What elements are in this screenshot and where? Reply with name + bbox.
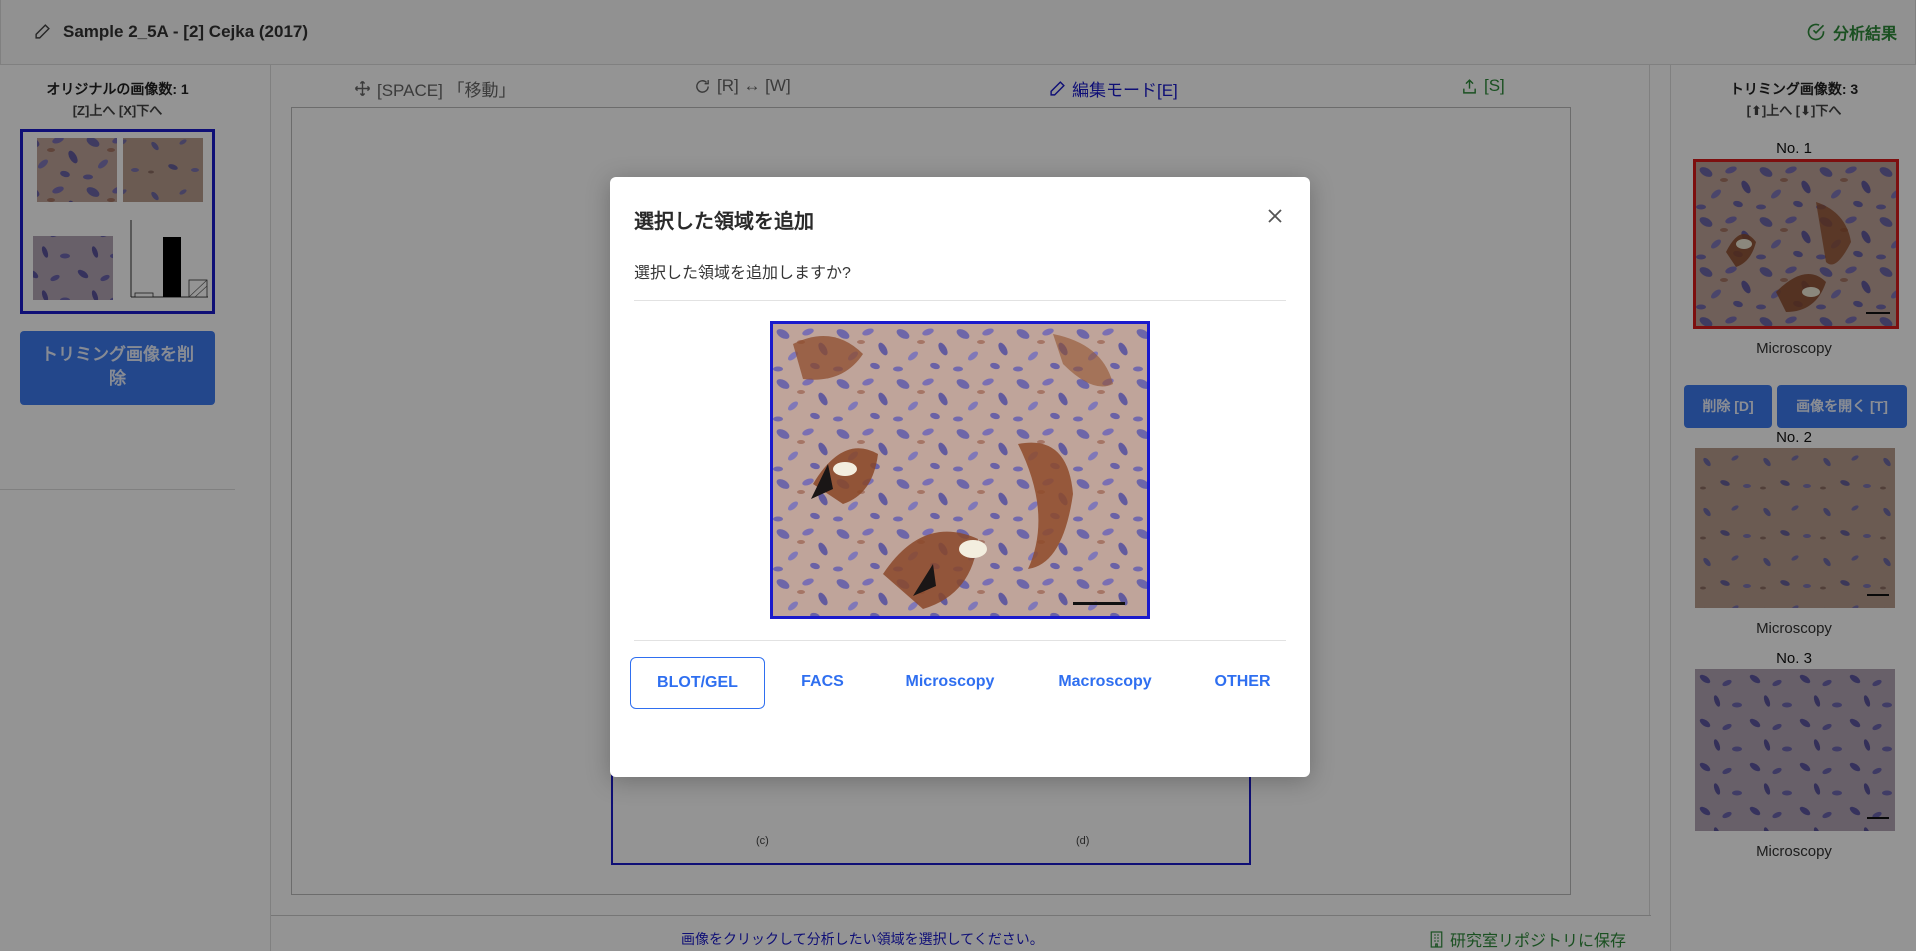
category-other-button[interactable]: OTHER	[1185, 657, 1300, 709]
add-region-dialog: 選択した領域を追加 選択した領域を追加しますか? BLOT/GEL FACS M…	[610, 177, 1310, 777]
category-microscopy-button[interactable]: Microscopy	[885, 657, 1015, 709]
divider	[634, 640, 1286, 641]
dialog-question: 選択した領域を追加しますか?	[634, 265, 851, 282]
divider	[634, 300, 1286, 301]
category-macroscopy-button[interactable]: Macroscopy	[1030, 657, 1180, 709]
dialog-title: 選択した領域を追加	[634, 211, 814, 233]
selected-region-preview	[770, 321, 1150, 619]
microscopy-preview-image	[773, 324, 1147, 616]
category-blot-gel-button[interactable]: BLOT/GEL	[630, 657, 765, 709]
close-icon[interactable]	[1266, 207, 1284, 225]
category-facs-button[interactable]: FACS	[775, 657, 870, 709]
